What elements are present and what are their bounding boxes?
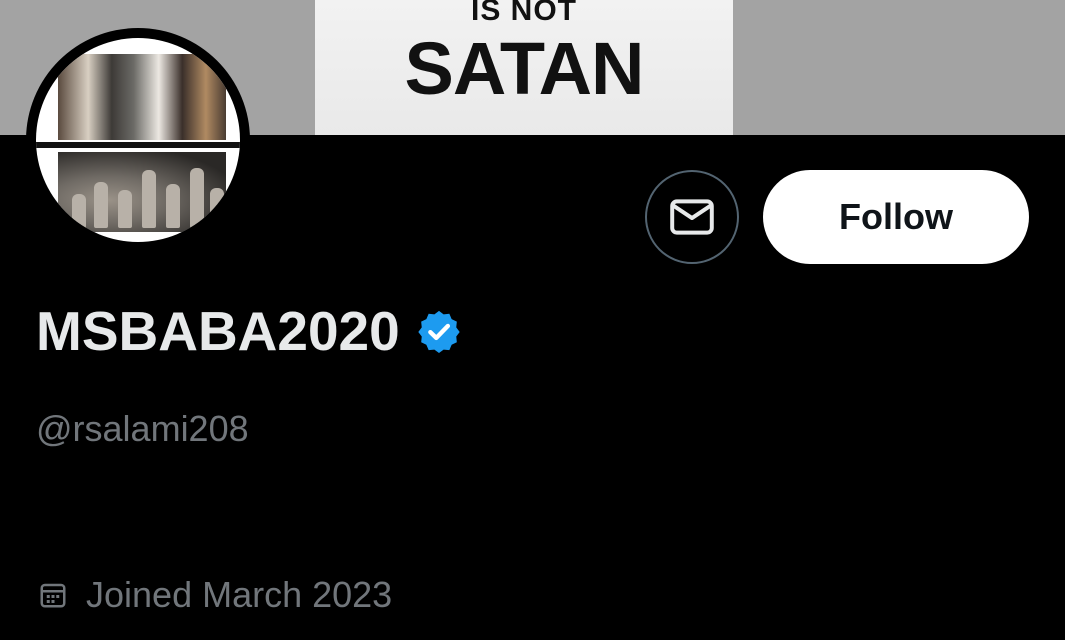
statue-figure <box>72 194 86 228</box>
statue-figure <box>210 188 224 228</box>
banner-sign: IS NOT SATAN <box>315 0 733 135</box>
avatar-divider <box>36 142 240 148</box>
statue-figure <box>94 182 108 228</box>
banner-text-line2: SATAN <box>404 27 645 110</box>
profile-page: IS NOT SATAN Follow MSBABA2020 @rsalami2… <box>0 0 1065 640</box>
banner-text-line1: IS NOT <box>470 0 577 27</box>
joined-date: Joined March 2023 <box>86 574 393 615</box>
message-button[interactable] <box>645 170 739 264</box>
joined-date-row: Joined March 2023 <box>38 572 392 618</box>
avatar-photo-top <box>58 54 226 140</box>
envelope-icon <box>670 199 714 235</box>
avatar-photo-bottom <box>58 152 226 232</box>
display-name-row: MSBABA2020 <box>36 298 462 364</box>
verified-badge-icon[interactable] <box>416 308 462 354</box>
follow-button[interactable]: Follow <box>763 170 1029 264</box>
statue-figure <box>166 184 180 228</box>
avatar-image <box>36 38 240 242</box>
statue-figure <box>190 168 204 228</box>
statue-figure <box>142 170 156 228</box>
statue-figure <box>118 190 132 228</box>
display-name: MSBABA2020 <box>36 300 400 362</box>
user-handle: @rsalami208 <box>36 408 249 449</box>
calendar-icon <box>40 583 66 608</box>
avatar[interactable] <box>26 28 250 252</box>
